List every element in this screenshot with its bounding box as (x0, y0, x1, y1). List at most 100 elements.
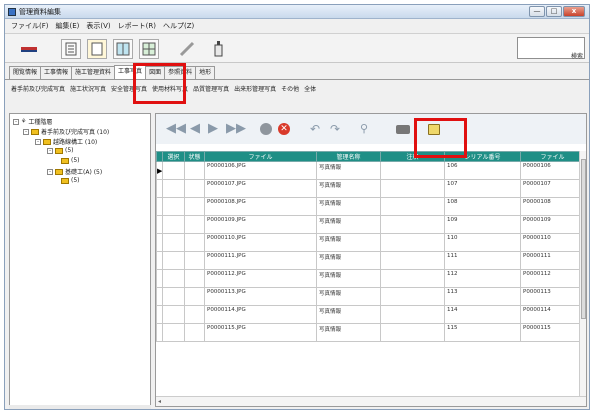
cell-name[interactable]: 写真情報 (316, 269, 381, 288)
table-row[interactable]: P0000107.JPG 写真情報 107 P0000107 (156, 179, 580, 198)
tree-node[interactable]: - ⚘ 工種階層 (13, 117, 52, 126)
table-row[interactable]: P0000109.JPG 写真情報 109 P0000109 (156, 215, 580, 234)
subtab-quality[interactable]: 品質管理写真 (193, 84, 229, 93)
cell-select[interactable] (162, 251, 185, 270)
cell-select[interactable] (162, 215, 185, 234)
cell-note[interactable] (380, 269, 445, 288)
cell-select[interactable] (162, 197, 185, 216)
tree-node[interactable]: - 越路線構工 (10) (35, 137, 97, 146)
cell-select[interactable] (162, 179, 185, 198)
cell-status[interactable] (184, 197, 205, 216)
cell-status[interactable] (184, 269, 205, 288)
cell-select[interactable] (162, 161, 185, 180)
close-button[interactable]: x (563, 6, 585, 17)
column-header-note[interactable]: 注釈 (380, 151, 445, 162)
tab-construction-photos[interactable]: 工事写真 (114, 65, 147, 79)
grid-view-icon[interactable] (139, 39, 159, 59)
tree-node[interactable]: (5) (61, 157, 80, 164)
edit-photo-icon[interactable] (428, 124, 440, 135)
cell-select[interactable] (162, 323, 185, 342)
column-header-name[interactable]: 管理名称 (316, 151, 381, 162)
cell-note[interactable] (380, 287, 445, 306)
cell-serial[interactable]: 115 (444, 323, 521, 342)
train-icon[interactable] (19, 39, 39, 59)
cell-file[interactable]: P0000114.JPG (204, 305, 317, 324)
next-icon[interactable]: ▶ (208, 122, 218, 136)
cell-file[interactable]: P0000112.JPG (204, 269, 317, 288)
cell-file2[interactable]: P0000112 (520, 269, 580, 288)
table-row[interactable]: P0000111.JPG 写真情報 111 P0000111 (156, 251, 580, 270)
subtab-other[interactable]: その他 (281, 84, 299, 93)
table-row[interactable]: ▶ P0000106.JPG 写真情報 106 P0000106 (156, 161, 580, 180)
table-row[interactable]: P0000108.JPG 写真情報 108 P0000108 (156, 197, 580, 216)
column-header-select[interactable]: 選択 (162, 151, 185, 162)
cell-file[interactable]: P0000113.JPG (204, 287, 317, 306)
exit-icon[interactable] (209, 39, 229, 59)
cell-status[interactable] (184, 305, 205, 324)
cell-file[interactable]: P0000108.JPG (204, 197, 317, 216)
horizontal-scrollbar[interactable]: ◂ (156, 396, 586, 406)
subtab-materials[interactable]: 使用材料写真 (152, 84, 188, 93)
tree-node[interactable]: - 基礎工(A) (5) (47, 167, 102, 176)
column-header-file[interactable]: ファイル (204, 151, 317, 162)
cell-serial[interactable]: 113 (444, 287, 521, 306)
first-icon[interactable]: ◀◀ (166, 122, 186, 136)
tree-horizontal-scrollbar[interactable] (9, 405, 151, 409)
undo-icon[interactable]: ↶ (310, 122, 320, 136)
redo-icon[interactable]: ↷ (330, 122, 340, 136)
cell-status[interactable] (184, 287, 205, 306)
subtab-all[interactable]: 全体 (304, 84, 316, 93)
scroll-left-icon[interactable]: ◂ (158, 398, 161, 405)
maximize-button[interactable]: □ (546, 6, 562, 17)
minimize-button[interactable]: — (529, 6, 545, 17)
cell-name[interactable]: 写真情報 (316, 197, 381, 216)
cell-name[interactable]: 写真情報 (316, 323, 381, 342)
cell-note[interactable] (380, 305, 445, 324)
subtab-dimensions[interactable]: 出来形管理写真 (234, 84, 276, 93)
cell-file2[interactable]: P0000109 (520, 215, 580, 234)
cell-name[interactable]: 写真情報 (316, 233, 381, 252)
cell-file2[interactable]: P0000113 (520, 287, 580, 306)
tab-view-info[interactable]: 閲覧情報 (9, 66, 42, 79)
column-header-serial[interactable]: シリアル番号 (444, 151, 521, 162)
cell-file[interactable]: P0000109.JPG (204, 215, 317, 234)
pen-icon[interactable] (177, 39, 197, 59)
cell-serial[interactable]: 112 (444, 269, 521, 288)
cell-serial[interactable]: 109 (444, 215, 521, 234)
cell-serial[interactable]: 107 (444, 179, 521, 198)
cell-note[interactable] (380, 179, 445, 198)
tab-terrain[interactable]: 地形 (195, 66, 216, 79)
column-header-file2[interactable]: ファイル (520, 151, 580, 162)
cell-note[interactable] (380, 251, 445, 270)
prev-icon[interactable]: ◀ (190, 122, 200, 136)
category-tree[interactable]: - ⚘ 工種階層 - 着手前及び完成写真 (10) - 越路線構工 (10) - (5) … (9, 113, 151, 407)
list-view-icon[interactable] (61, 39, 81, 59)
column-header-status[interactable]: 状態 (184, 151, 205, 162)
menu-report[interactable]: レポート(R) (118, 21, 156, 31)
cell-status[interactable] (184, 233, 205, 252)
cell-file2[interactable]: P0000107 (520, 179, 580, 198)
tab-reference[interactable]: 参照資料 (164, 66, 197, 79)
camera-icon[interactable] (396, 125, 410, 134)
cell-serial[interactable]: 111 (444, 251, 521, 270)
menu-view[interactable]: 表示(V) (86, 21, 110, 31)
cell-file2[interactable]: P0000108 (520, 197, 580, 216)
cell-status[interactable] (184, 251, 205, 270)
subtab-safety[interactable]: 安全管理写真 (111, 84, 147, 93)
cell-file2[interactable]: P0000115 (520, 323, 580, 342)
cell-status[interactable] (184, 161, 205, 180)
cell-serial[interactable]: 110 (444, 233, 521, 252)
cell-select[interactable] (162, 287, 185, 306)
table-row[interactable]: P0000113.JPG 写真情報 113 P0000113 (156, 287, 580, 306)
menu-help[interactable]: ヘルプ(Z) (163, 21, 194, 31)
cell-file2[interactable]: P0000110 (520, 233, 580, 252)
table-row[interactable]: P0000115.JPG 写真情報 115 P0000115 (156, 323, 580, 342)
cell-serial[interactable]: 106 (444, 161, 521, 180)
cell-file[interactable]: P0000110.JPG (204, 233, 317, 252)
cell-file[interactable]: P0000111.JPG (204, 251, 317, 270)
cell-name[interactable]: 写真情報 (316, 215, 381, 234)
subtab-progress[interactable]: 施工状況写真 (70, 84, 106, 93)
table-row[interactable]: P0000112.JPG 写真情報 112 P0000112 (156, 269, 580, 288)
cell-status[interactable] (184, 215, 205, 234)
cell-file2[interactable]: P0000111 (520, 251, 580, 270)
